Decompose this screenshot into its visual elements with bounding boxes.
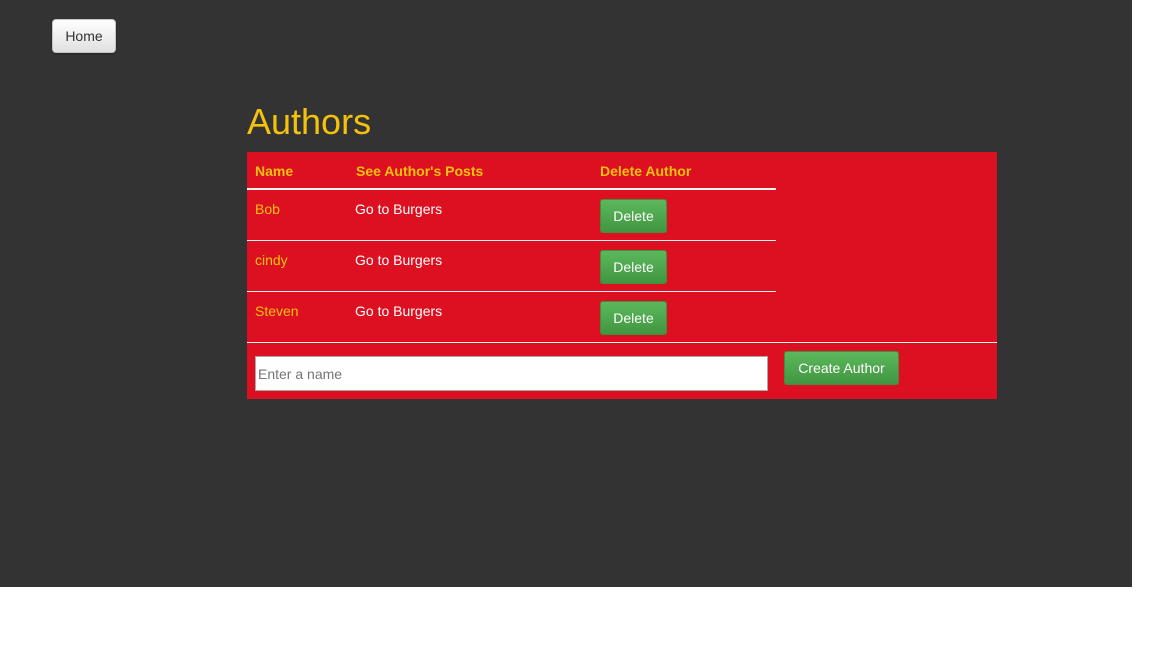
form-divider <box>247 342 997 343</box>
table-row: Bob Go to Burgers Delete <box>247 190 776 241</box>
page-title: Authors <box>247 101 372 142</box>
header-delete: Delete Author <box>600 163 692 179</box>
page-background: Home Authors Name See Author's Posts Del… <box>0 0 1132 587</box>
authors-panel: Name See Author's Posts Delete Author Bo… <box>247 152 997 399</box>
author-name-link[interactable]: cindy <box>255 252 288 268</box>
table-row: Steven Go to Burgers Delete <box>247 292 776 343</box>
author-name-input[interactable] <box>255 356 768 391</box>
author-name-link[interactable]: Steven <box>255 303 299 319</box>
header-posts: See Author's Posts <box>356 163 484 179</box>
delete-button[interactable]: Delete <box>600 301 667 335</box>
delete-button[interactable]: Delete <box>600 250 667 284</box>
author-name-link[interactable]: Bob <box>255 201 280 217</box>
header-name: Name <box>255 163 294 179</box>
author-posts-link[interactable]: Go to Burgers <box>355 201 442 217</box>
delete-button[interactable]: Delete <box>600 199 667 233</box>
create-author-button[interactable]: Create Author <box>784 351 899 385</box>
author-posts-link[interactable]: Go to Burgers <box>355 303 442 319</box>
author-posts-link[interactable]: Go to Burgers <box>355 252 442 268</box>
home-button[interactable]: Home <box>52 19 116 53</box>
table-row: cindy Go to Burgers Delete <box>247 241 776 292</box>
table-header: Name See Author's Posts Delete Author <box>247 152 776 190</box>
